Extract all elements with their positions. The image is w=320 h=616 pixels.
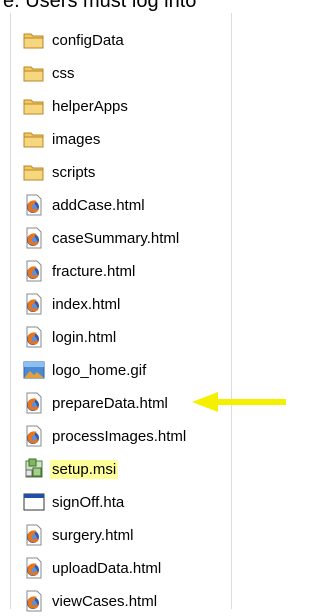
item-label: uploadData.html <box>52 559 162 577</box>
list-item-surgery[interactable]: surgery.html <box>11 520 231 550</box>
item-label: helperApps <box>52 97 128 115</box>
firefox-html-icon <box>23 194 45 216</box>
list-item-setup-msi[interactable]: setup.msi <box>11 454 231 484</box>
list-item-addCase[interactable]: addCase.html <box>11 190 231 220</box>
list-item-images[interactable]: images <box>11 124 231 154</box>
item-label: configData <box>52 31 124 49</box>
item-label: fracture.html <box>52 262 136 280</box>
image-file-icon <box>23 359 45 381</box>
list-item-viewCases[interactable]: viewCases.html <box>11 586 231 616</box>
list-item-processImages[interactable]: processImages.html <box>11 421 231 451</box>
firefox-html-icon <box>23 557 45 579</box>
firefox-html-icon <box>23 392 45 414</box>
folder-icon <box>23 95 45 117</box>
item-label: setup.msi <box>50 459 119 479</box>
item-label: index.html <box>52 295 121 313</box>
item-label: surgery.html <box>52 526 134 544</box>
file-list-panel: configData css helperApps images scripts… <box>10 13 232 612</box>
firefox-html-icon <box>23 227 45 249</box>
item-label: caseSummary.html <box>52 229 180 247</box>
firefox-html-icon <box>23 260 45 282</box>
list-item-login[interactable]: login.html <box>11 322 231 352</box>
list-item-css[interactable]: css <box>11 58 231 88</box>
list-item-scripts[interactable]: scripts <box>11 157 231 187</box>
item-label: images <box>52 130 101 148</box>
folder-icon <box>23 161 45 183</box>
msi-installer-icon <box>23 458 45 480</box>
folder-icon <box>23 29 45 51</box>
list-item-fracture[interactable]: fracture.html <box>11 256 231 286</box>
list-item-helperApps[interactable]: helperApps <box>11 91 231 121</box>
list-item-logo-home[interactable]: logo_home.gif <box>11 355 231 385</box>
item-label: viewCases.html <box>52 592 158 610</box>
firefox-html-icon <box>23 293 45 315</box>
item-label: addCase.html <box>52 196 145 214</box>
folder-icon <box>23 62 45 84</box>
list-item-index[interactable]: index.html <box>11 289 231 319</box>
item-label: prepareData.html <box>52 394 168 412</box>
firefox-html-icon <box>23 425 45 447</box>
list-item-caseSummary[interactable]: caseSummary.html <box>11 223 231 253</box>
hta-window-icon <box>23 491 45 513</box>
list-item-configData[interactable]: configData <box>11 25 231 55</box>
list-item-uploadData[interactable]: uploadData.html <box>11 553 231 583</box>
item-label: logo_home.gif <box>52 361 147 379</box>
cropped-header-text: e. Users must log into <box>3 0 197 12</box>
list-item-signOff[interactable]: signOff.hta <box>11 487 231 517</box>
item-label: scripts <box>52 163 96 181</box>
folder-icon <box>23 128 45 150</box>
item-label: signOff.hta <box>52 493 125 511</box>
firefox-html-icon <box>23 326 45 348</box>
firefox-html-icon <box>23 524 45 546</box>
yellow-arrow-icon <box>192 392 286 412</box>
item-label: css <box>52 64 75 82</box>
item-label: processImages.html <box>52 427 187 445</box>
item-label: login.html <box>52 328 117 346</box>
